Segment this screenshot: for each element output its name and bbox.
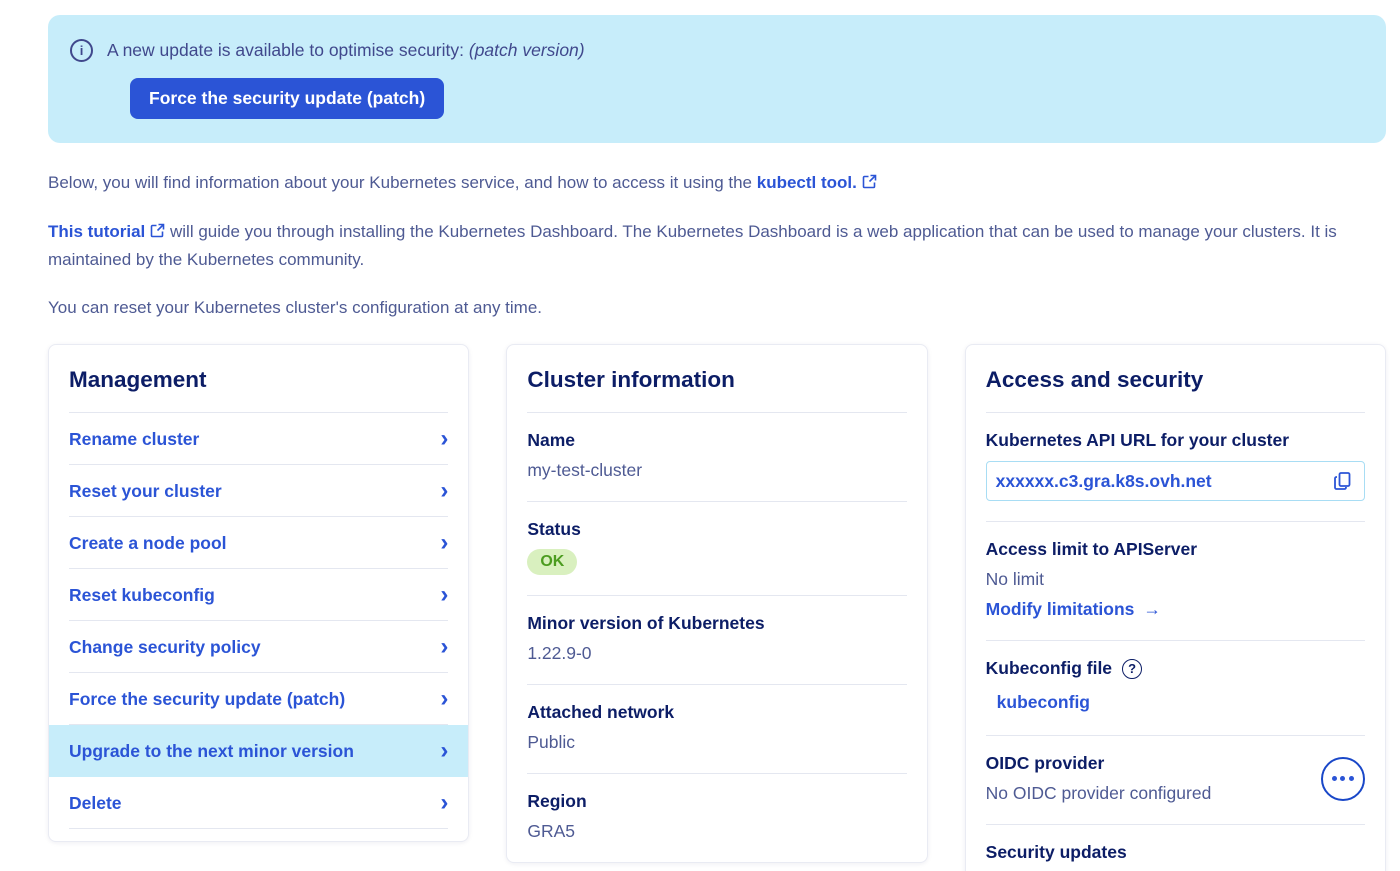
banner-message: A new update is available to optimise se…: [107, 40, 585, 61]
cluster-info-card-title: Cluster information: [507, 345, 926, 393]
intro-paragraph-kubectl: Below, you will find information about y…: [48, 170, 1378, 197]
menu-item-reset-your-cluster[interactable]: Reset your cluster ›: [49, 465, 468, 517]
field-region: Region GRA5: [507, 774, 926, 862]
ellipsis-icon: [1349, 776, 1354, 781]
chevron-right-icon: ›: [440, 739, 448, 763]
attached-network-value: Public: [527, 732, 906, 753]
status-badge: OK: [527, 549, 577, 575]
security-update-banner: i A new update is available to optimise …: [48, 15, 1386, 143]
ellipsis-icon: [1340, 776, 1345, 781]
field-status: Status OK: [507, 502, 926, 595]
minor-version-value: 1.22.9-0: [527, 643, 906, 664]
chevron-right-icon: ›: [440, 583, 448, 607]
oidc-value: No OIDC provider configured: [986, 783, 1212, 804]
external-link-icon: [150, 220, 165, 246]
copy-icon[interactable]: [1332, 470, 1354, 492]
chevron-right-icon: ›: [440, 427, 448, 451]
menu-item-change-security-policy[interactable]: Change security policy ›: [49, 621, 468, 673]
cluster-name-value: my-test-cluster: [527, 460, 906, 481]
force-security-update-button[interactable]: Force the security update (patch): [130, 78, 444, 119]
cards-row: Management Rename cluster › Reset your c…: [48, 344, 1386, 871]
chevron-right-icon: ›: [440, 531, 448, 555]
banner-message-emphasis: (patch version): [469, 40, 585, 60]
intro-paragraph-tutorial: This tutorial will guide you through ins…: [48, 219, 1378, 273]
access-security-card-title: Access and security: [966, 345, 1385, 393]
ellipsis-icon: [1332, 776, 1337, 781]
api-url-value: xxxxxx.c3.gra.k8s.ovh.net: [996, 471, 1212, 492]
field-name: Name my-test-cluster: [507, 413, 926, 501]
menu-item-rename-cluster[interactable]: Rename cluster ›: [49, 413, 468, 465]
access-limit-value: No limit: [986, 569, 1365, 590]
api-url-block: Kubernetes API URL for your cluster xxxx…: [966, 413, 1385, 521]
intro-paragraph-reset: You can reset your Kubernetes cluster's …: [48, 295, 1378, 321]
oidc-texts: OIDC provider No OIDC provider configure…: [986, 753, 1212, 804]
management-menu: Rename cluster › Reset your cluster › Cr…: [49, 413, 468, 841]
cluster-information-card: Cluster information Name my-test-cluster…: [506, 344, 927, 863]
menu-item-reset-kubeconfig[interactable]: Reset kubeconfig ›: [49, 569, 468, 621]
security-updates-label: Security updates: [986, 842, 1365, 863]
external-link-icon: [862, 171, 877, 197]
management-card-title: Management: [49, 345, 468, 393]
oidc-provider-block: OIDC provider No OIDC provider configure…: [966, 736, 1385, 824]
oidc-actions-menu-button[interactable]: [1321, 757, 1365, 801]
security-updates-block: Security updates: [966, 825, 1385, 871]
menu-item-create-a-node-pool[interactable]: Create a node pool ›: [49, 517, 468, 569]
info-icon: i: [70, 39, 93, 62]
field-attached-network: Attached network Public: [507, 685, 926, 773]
chevron-right-icon: ›: [440, 687, 448, 711]
kubeconfig-block: Kubeconfig file ? kubeconfig: [966, 641, 1385, 735]
chevron-right-icon: ›: [440, 479, 448, 503]
kubeconfig-link[interactable]: kubeconfig: [997, 692, 1090, 713]
menu-item-force-security-update[interactable]: Force the security update (patch) ›: [49, 673, 468, 725]
management-card: Management Rename cluster › Reset your c…: [48, 344, 469, 842]
access-limit-block: Access limit to APIServer No limit Modif…: [966, 522, 1385, 640]
field-minor-version: Minor version of Kubernetes 1.22.9-0: [507, 596, 926, 684]
modify-limitations-link[interactable]: Modify limitations→: [986, 599, 1161, 620]
chevron-right-icon: ›: [440, 791, 448, 815]
banner-message-row: i A new update is available to optimise …: [70, 39, 1360, 62]
kubectl-tool-link[interactable]: kubectl tool.: [757, 173, 857, 192]
chevron-right-icon: ›: [440, 635, 448, 659]
menu-item-upgrade-minor-version[interactable]: Upgrade to the next minor version ›: [49, 725, 468, 777]
help-icon[interactable]: ?: [1122, 659, 1142, 679]
tutorial-link[interactable]: This tutorial: [48, 222, 145, 241]
api-url-copy-box[interactable]: xxxxxx.c3.gra.k8s.ovh.net: [986, 461, 1365, 501]
kubernetes-service-page: i A new update is available to optimise …: [0, 0, 1400, 871]
menu-item-delete[interactable]: Delete ›: [49, 777, 468, 829]
region-value: GRA5: [527, 821, 906, 842]
access-security-card: Access and security Kubernetes API URL f…: [965, 344, 1386, 871]
arrow-right-icon: →: [1143, 599, 1161, 619]
